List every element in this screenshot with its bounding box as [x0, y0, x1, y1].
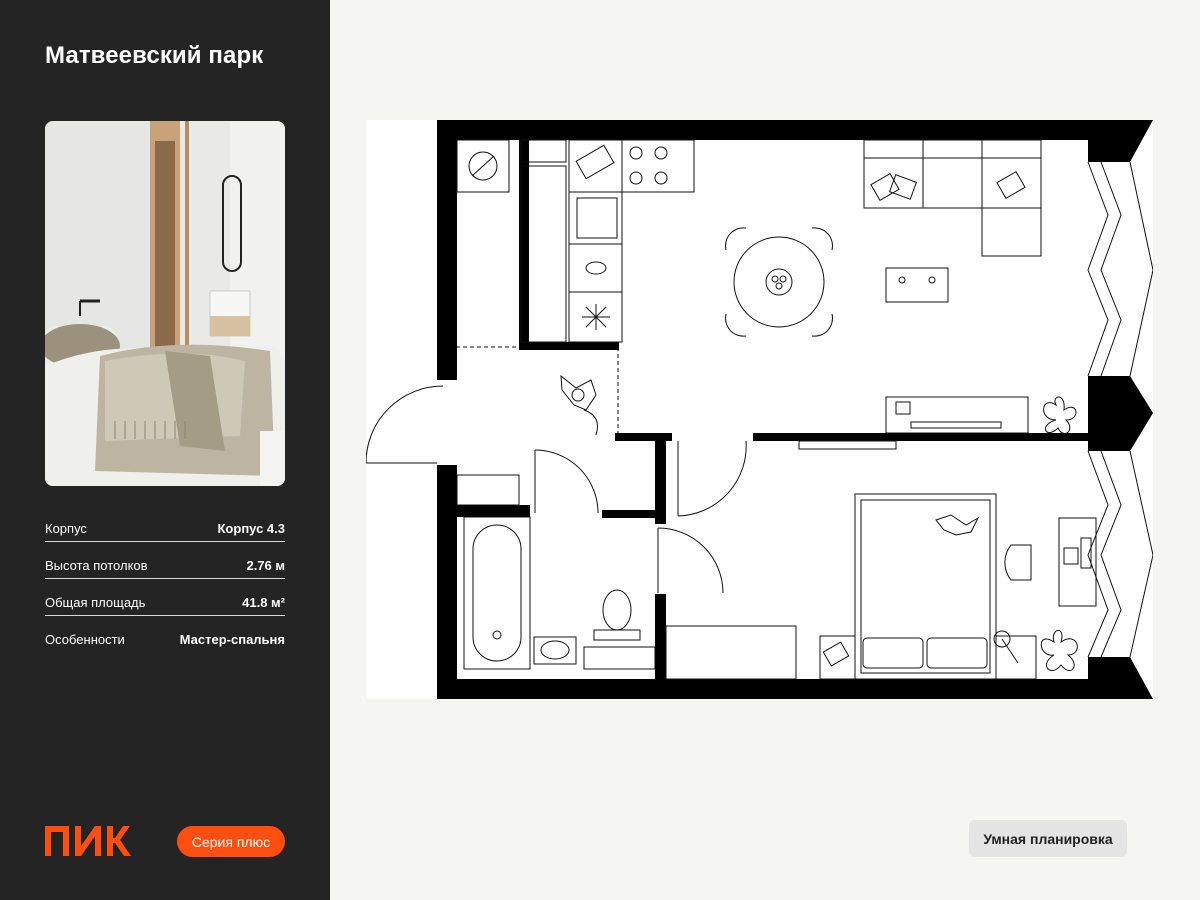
spec-value: 2.76 м	[246, 558, 285, 573]
spec-row-ceiling-height: Высота потолков 2.76 м	[45, 549, 285, 579]
interior-photo	[45, 121, 285, 486]
spec-list: Корпус Корпус 4.3 Высота потолков 2.76 м…	[45, 512, 285, 659]
project-title: Матвеевский парк	[45, 42, 264, 69]
floor-plan	[365, 120, 1154, 699]
series-badge[interactable]: Серия плюс	[177, 826, 285, 857]
spec-row-features: Особенности Мастер-спальня	[45, 623, 285, 652]
spec-value: 41.8 м²	[242, 595, 285, 610]
spec-label: Особенности	[45, 632, 125, 647]
spec-label: Общая площадь	[45, 595, 146, 610]
spec-label: Высота потолков	[45, 558, 148, 573]
spec-label: Корпус	[45, 521, 87, 536]
sidebar: Матвеевский парк Корпус Корпус 4.3 Высот…	[0, 0, 330, 900]
pik-logo	[45, 826, 131, 856]
bedroom-photo-icon	[45, 121, 285, 486]
spec-row-building: Корпус Корпус 4.3	[45, 512, 285, 542]
spec-row-total-area: Общая площадь 41.8 м²	[45, 586, 285, 616]
spec-value: Корпус 4.3	[217, 521, 286, 536]
floor-plan-icon	[365, 120, 1154, 699]
spec-value: Мастер-спальня	[179, 632, 285, 647]
smart-layout-badge: Умная планировка	[969, 820, 1127, 857]
